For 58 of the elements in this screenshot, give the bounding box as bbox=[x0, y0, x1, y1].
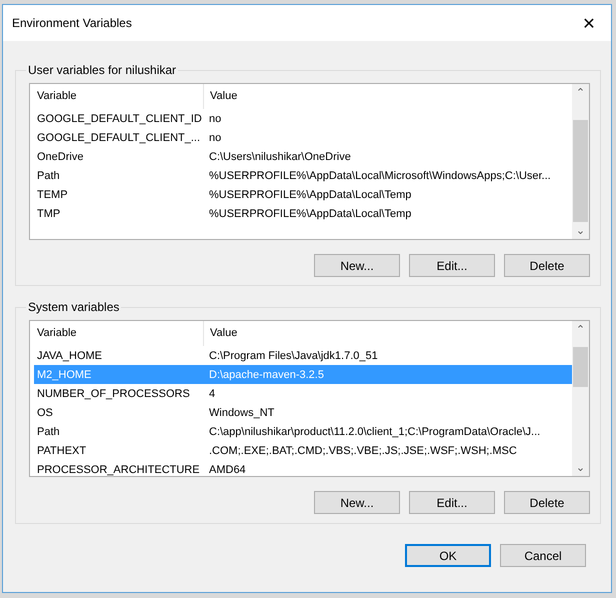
cancel-button[interactable]: Cancel bbox=[500, 544, 586, 567]
variable-name: M2_HOME bbox=[36, 368, 92, 380]
variable-value: C:\Program Files\Java\jdk1.7.0_51 bbox=[208, 350, 378, 362]
new-button[interactable]: New... bbox=[314, 491, 400, 514]
variable-name: NUMBER_OF_PROCESSORS bbox=[36, 388, 191, 400]
variable-name: Path bbox=[36, 170, 61, 182]
column-header[interactable]: Variable bbox=[34, 321, 204, 346]
variable-value: C:\app\nilushikar\product\11.2.0\client_1;C:\ProgramData\Oracle\J... bbox=[208, 426, 540, 438]
variable-row[interactable]: PATHEXT .COM;.EXE;.BAT;.CMD;.VBS;.VBE;.JS;.JSE;.WSF;.WSH;.MSC bbox=[34, 441, 572, 460]
variable-value: no bbox=[208, 112, 222, 124]
new-button[interactable]: New... bbox=[314, 254, 400, 277]
scrollbar[interactable]: ⌃ ⌄ bbox=[572, 84, 589, 239]
variable-value: D:\apache-maven-3.2.5 bbox=[208, 368, 324, 380]
variable-name: TMP bbox=[36, 208, 62, 220]
variable-row[interactable]: GOOGLE_DEFAULT_CLIENT_ID no bbox=[34, 109, 572, 128]
variable-row[interactable]: PROCESSOR_ARCHITECTURE AMD64 bbox=[34, 460, 572, 476]
variable-row[interactable]: TEMP %USERPROFILE%\AppData\Local\Temp bbox=[34, 185, 572, 204]
variable-row[interactable]: Path %USERPROFILE%\AppData\Local\Microsoft\WindowsApps;C:\User... bbox=[34, 166, 572, 185]
variable-value: .COM;.EXE;.BAT;.CMD;.VBS;.VBE;.JS;.JSE;.WSF;.WSH;.MSC bbox=[208, 444, 517, 456]
variable-value: %USERPROFILE%\AppData\Local\Temp bbox=[208, 188, 412, 200]
scroll-thumb[interactable] bbox=[573, 347, 588, 387]
column-header[interactable]: Value bbox=[204, 84, 238, 109]
close-button[interactable]: ✕ bbox=[567, 6, 611, 40]
column-header[interactable]: Variable bbox=[34, 84, 204, 109]
edit-button[interactable]: Edit... bbox=[409, 491, 495, 514]
variable-row[interactable]: Path C:\app\nilushikar\product\11.2.0\client_1;C:\ProgramData\Oracle\J... bbox=[34, 422, 572, 441]
variable-value: 4 bbox=[208, 388, 216, 400]
variable-name: Path bbox=[36, 426, 61, 438]
ok-button[interactable]: OK bbox=[405, 544, 491, 567]
window-title: Environment Variables bbox=[12, 16, 132, 30]
scrollbar[interactable]: ⌃ ⌄ bbox=[572, 321, 589, 476]
delete-button[interactable]: Delete bbox=[504, 491, 590, 514]
variable-value: C:\Users\nilushikar\OneDrive bbox=[208, 150, 351, 162]
variable-value: AMD64 bbox=[208, 464, 246, 476]
variable-name: OS bbox=[36, 406, 54, 418]
variable-name: JAVA_HOME bbox=[36, 350, 103, 362]
variable-name: PROCESSOR_ARCHITECTURE bbox=[36, 464, 201, 476]
variable-row[interactable]: TMP %USERPROFILE%\AppData\Local\Temp bbox=[34, 204, 572, 223]
variable-name: PATHEXT bbox=[36, 444, 88, 456]
variable-row[interactable]: OneDrive C:\Users\nilushikar\OneDrive bbox=[34, 147, 572, 166]
variable-value: %USERPROFILE%\AppData\Local\Microsoft\WindowsApps;C:\User... bbox=[208, 170, 551, 182]
variable-name: OneDrive bbox=[36, 150, 84, 162]
group-label: System variables bbox=[27, 300, 120, 314]
variable-name: GOOGLE_DEFAULT_CLIENT_ID bbox=[36, 112, 203, 124]
variable-value: Windows_NT bbox=[208, 406, 274, 418]
column-header[interactable]: Value bbox=[204, 321, 238, 346]
delete-button[interactable]: Delete bbox=[504, 254, 590, 277]
scroll-thumb[interactable] bbox=[573, 120, 588, 222]
variable-value: %USERPROFILE%\AppData\Local\Temp bbox=[208, 208, 412, 220]
variable-row[interactable]: GOOGLE_DEFAULT_CLIENT_... no bbox=[34, 128, 572, 147]
group-label: User variables for nilushikar bbox=[27, 63, 178, 77]
variable-row[interactable]: JAVA_HOME C:\Program Files\Java\jdk1.7.0_51 bbox=[34, 346, 572, 365]
edit-button[interactable]: Edit... bbox=[409, 254, 495, 277]
variable-value: no bbox=[208, 132, 222, 144]
variable-name: TEMP bbox=[36, 188, 69, 200]
variable-row[interactable]: OS Windows_NT bbox=[34, 403, 572, 422]
variable-name: GOOGLE_DEFAULT_CLIENT_... bbox=[36, 132, 202, 144]
variable-row[interactable]: NUMBER_OF_PROCESSORS 4 bbox=[34, 384, 572, 403]
